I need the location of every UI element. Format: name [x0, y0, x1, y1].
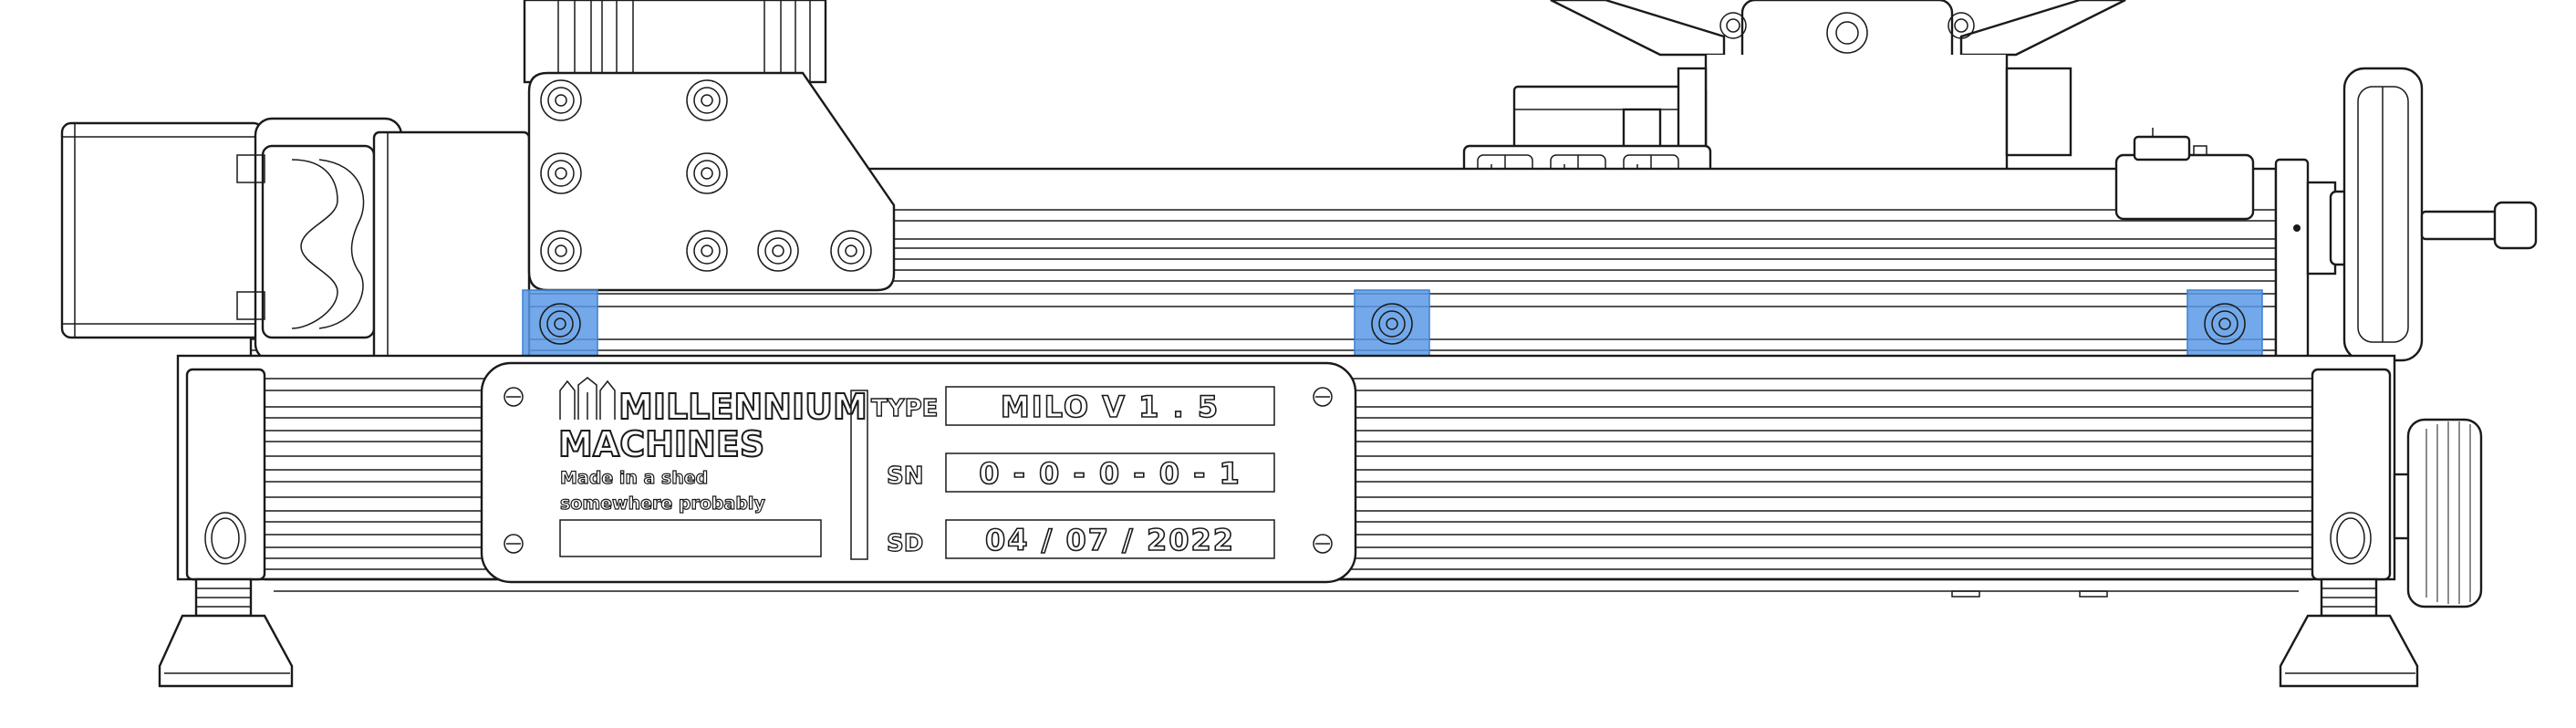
stepper-motor — [60, 117, 531, 362]
nameplate: MILLENNIUM MACHINES Made in a shed somew… — [480, 361, 1357, 584]
highlighted-fastener-left — [522, 289, 598, 359]
brand-name-line2: MACHINES — [558, 424, 764, 464]
tagline: Made in a shed — [560, 468, 708, 488]
field-value-sn: 0 - 0 - 0 - 0 - 1 — [979, 456, 1241, 491]
gantry-side-plate — [527, 71, 896, 292]
brand-name: MILLENNIUM — [618, 387, 867, 427]
field-label-type: TYPE — [871, 395, 938, 422]
leveling-foot-right — [2279, 577, 2419, 688]
field-value-type: MILO V 1 . 5 — [1001, 390, 1220, 424]
tagline-line2: somewhere probably — [560, 494, 765, 514]
cnc-machine-drawing: MILLENNIUM MACHINES Made in a shed somew… — [60, 0, 2538, 688]
gantry-upright — [523, 0, 827, 84]
limit-switch — [2114, 128, 2255, 221]
leveling-foot-left — [158, 577, 294, 688]
side-knob — [2393, 418, 2483, 608]
highlighted-fastener-right — [2186, 289, 2263, 359]
field-value-sd: 04 / 07 / 2022 — [985, 523, 1235, 557]
field-label-sn: SN — [887, 463, 924, 490]
highlighted-fastener-center — [1354, 289, 1430, 359]
field-label-sd: SD — [887, 530, 923, 557]
handwheel — [2274, 67, 2538, 362]
